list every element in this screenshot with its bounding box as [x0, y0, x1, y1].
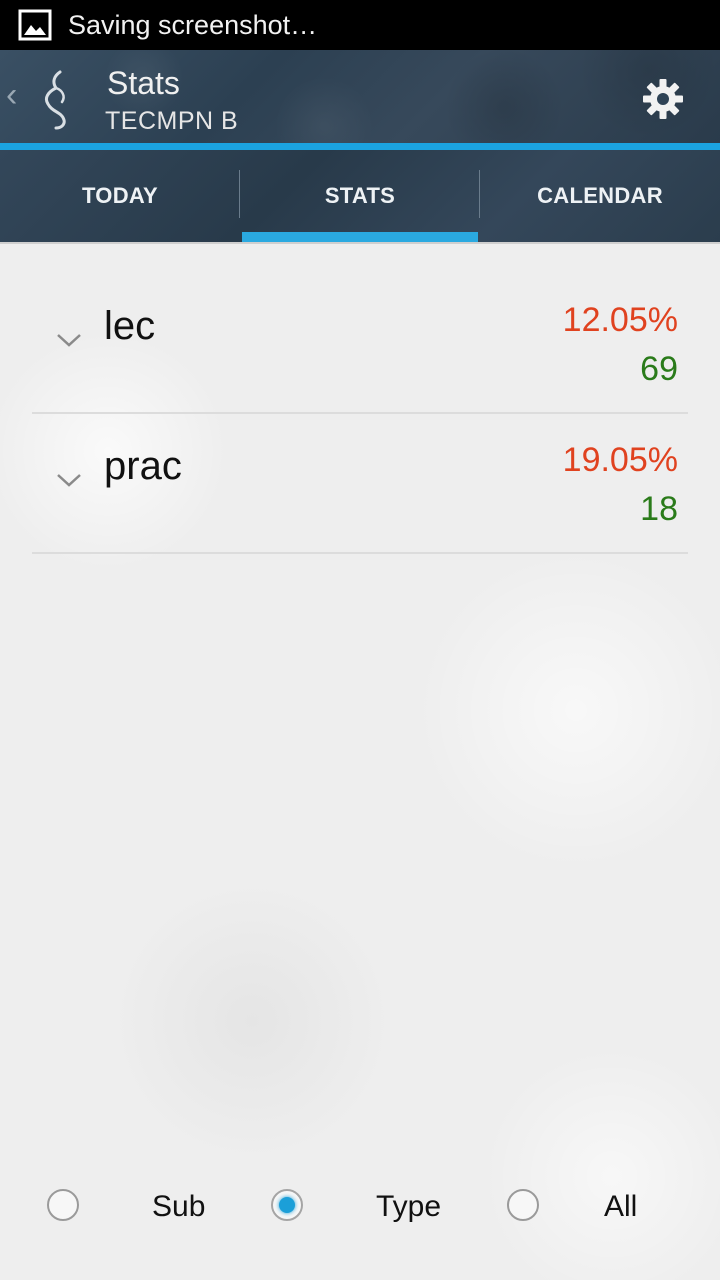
tab-label: CALENDAR — [537, 183, 663, 208]
stat-count: 18 — [640, 490, 678, 528]
stat-percent: 19.05% — [562, 441, 678, 479]
stat-count: 69 — [640, 350, 678, 388]
list-item[interactable]: lec 12.05% 69 — [32, 274, 688, 414]
tab-today[interactable]: TODAY — [0, 150, 240, 242]
radio-type[interactable] — [271, 1189, 303, 1221]
radio-label-all[interactable]: All — [604, 1188, 637, 1226]
tab-selected-indicator — [242, 232, 478, 242]
tab-label: STATS — [324, 183, 396, 208]
image-icon — [18, 9, 52, 41]
filter-radio-group: Sub Type All — [0, 1180, 720, 1236]
tab-calendar[interactable]: CALENDAR — [480, 150, 720, 242]
status-bar: Saving screenshot… — [0, 0, 720, 50]
radio-label-sub[interactable]: Sub — [152, 1188, 205, 1226]
tab-bar: TODAY STATS CALENDAR — [0, 150, 720, 242]
chevron-down-icon[interactable] — [56, 332, 82, 348]
list-item[interactable]: prac 19.05% 18 — [32, 414, 688, 554]
page-title: Stats — [107, 65, 180, 101]
settings-button[interactable] — [634, 74, 692, 124]
app-logo-icon[interactable] — [38, 68, 74, 130]
stat-percent: 12.05% — [562, 301, 678, 339]
radio-label-type[interactable]: Type — [376, 1188, 441, 1226]
page-subtitle: TECMPN B — [105, 107, 239, 135]
action-bar-accent-line — [0, 143, 720, 150]
radio-all[interactable] — [507, 1189, 539, 1221]
stat-name: prac — [104, 444, 182, 488]
gear-icon — [643, 79, 683, 119]
chevron-left-icon[interactable]: ‹ — [6, 78, 17, 112]
tab-label: TODAY — [81, 183, 159, 208]
action-bar: ‹ Stats TECMPN B — [0, 50, 720, 145]
chevron-down-icon[interactable] — [56, 472, 82, 488]
tab-stats[interactable]: STATS — [240, 150, 480, 242]
radio-sub[interactable] — [47, 1189, 79, 1221]
status-notification-text: Saving screenshot… — [68, 10, 318, 40]
stat-name: lec — [104, 304, 156, 348]
